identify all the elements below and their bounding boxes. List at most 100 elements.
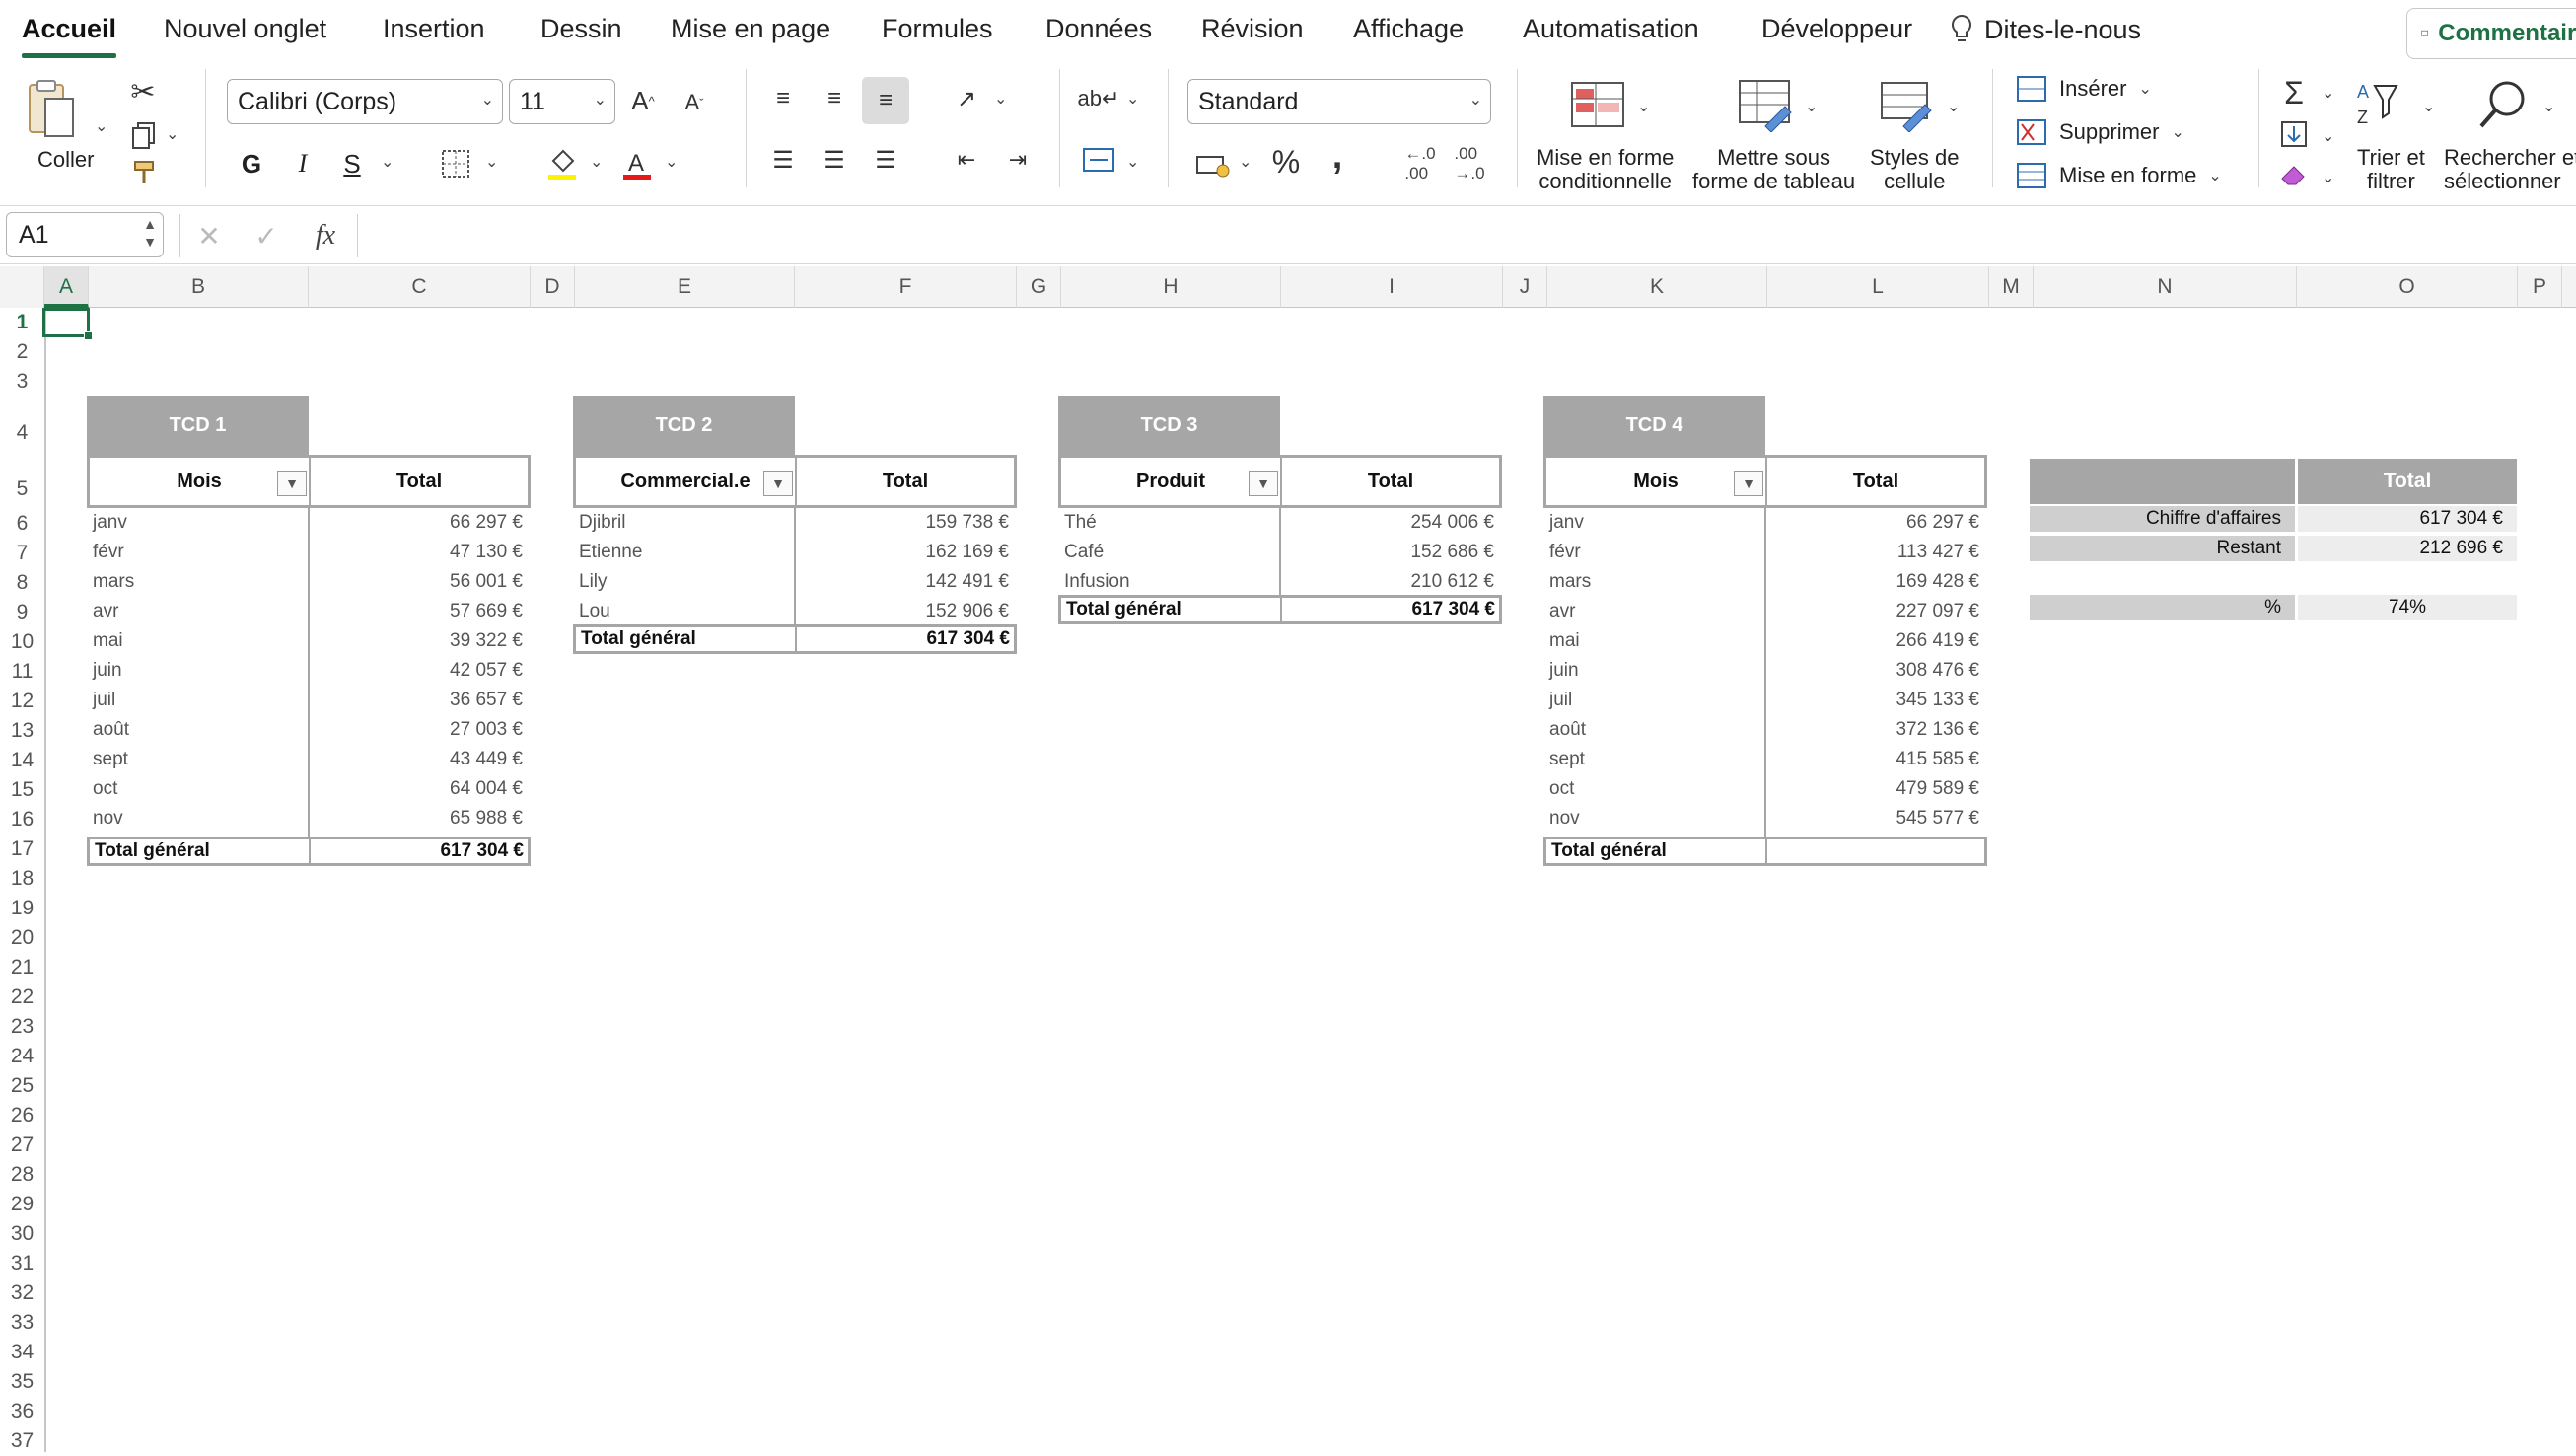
- column-header-m[interactable]: M: [1989, 266, 2034, 308]
- orientation-icon[interactable]: ↗: [947, 79, 986, 118]
- accounting-caret-icon[interactable]: ⌄: [1239, 152, 1252, 172]
- row-header-30[interactable]: 30: [0, 1219, 44, 1249]
- row-header-3[interactable]: 3: [0, 367, 44, 397]
- conditional-formatting-icon[interactable]: [1566, 77, 1629, 132]
- orientation-caret-icon[interactable]: ⌄: [994, 89, 1007, 109]
- insert-cells-button[interactable]: Insérer ⌄: [2016, 75, 2152, 103]
- column-header-a[interactable]: A: [44, 266, 89, 308]
- row-header-5[interactable]: 5: [0, 456, 44, 509]
- row-header-16[interactable]: 16: [0, 805, 44, 835]
- sort-caret-icon[interactable]: ⌄: [2422, 97, 2435, 116]
- autosum-caret-icon[interactable]: ⌄: [2322, 83, 2334, 103]
- paste-button[interactable]: [22, 75, 81, 144]
- clear-icon[interactable]: [2274, 156, 2314, 195]
- column-header-f[interactable]: F: [795, 266, 1017, 308]
- tab-revision[interactable]: Révision: [1201, 14, 1304, 44]
- tab-automatisation[interactable]: Automatisation: [1523, 14, 1699, 44]
- find-caret-icon[interactable]: ⌄: [2542, 97, 2555, 116]
- column-header-h[interactable]: H: [1061, 266, 1281, 308]
- row-header-31[interactable]: 31: [0, 1249, 44, 1278]
- tab-donnees[interactable]: Données: [1045, 14, 1152, 44]
- row-header-18[interactable]: 18: [0, 864, 44, 894]
- column-header-e[interactable]: E: [575, 266, 795, 308]
- borders-caret-icon[interactable]: ⌄: [485, 152, 498, 172]
- row-header-8[interactable]: 8: [0, 568, 44, 598]
- table-caret-icon[interactable]: ⌄: [1805, 97, 1818, 116]
- row-header-21[interactable]: 21: [0, 953, 44, 983]
- find-select-icon[interactable]: [2471, 73, 2535, 136]
- cancel-entry-icon[interactable]: ✕: [189, 216, 229, 255]
- row-header-27[interactable]: 27: [0, 1130, 44, 1160]
- sort-filter-icon[interactable]: AZ: [2353, 75, 2420, 134]
- format-as-table-label[interactable]: Mettre sous forme de tableau: [1692, 146, 1855, 193]
- name-box-stepper-icon[interactable]: ▲ ▼: [143, 215, 157, 251]
- fill-caret-icon[interactable]: ⌄: [2322, 126, 2334, 146]
- name-box[interactable]: A1 ▲ ▼: [6, 212, 164, 257]
- format-as-table-icon[interactable]: [1734, 77, 1797, 132]
- column-header-o[interactable]: O: [2297, 266, 2518, 308]
- row-header-35[interactable]: 35: [0, 1367, 44, 1397]
- wrap-caret-icon[interactable]: ⌄: [1126, 89, 1139, 109]
- filter-dropdown-icon[interactable]: ▼: [763, 471, 793, 496]
- styles-caret-icon[interactable]: ⌄: [1947, 97, 1960, 116]
- clear-caret-icon[interactable]: ⌄: [2322, 168, 2334, 187]
- row-header-20[interactable]: 20: [0, 923, 44, 953]
- row-header-24[interactable]: 24: [0, 1042, 44, 1071]
- row-header-2[interactable]: 2: [0, 337, 44, 367]
- format-painter-icon[interactable]: [124, 156, 164, 189]
- column-header-g[interactable]: G: [1017, 266, 1061, 308]
- increase-decimal-icon[interactable]: ←.0.00: [1400, 144, 1440, 183]
- percent-style-button[interactable]: %: [1266, 142, 1306, 182]
- font-name-select[interactable]: Calibri (Corps) ⌄: [227, 79, 503, 124]
- row-header-15[interactable]: 15: [0, 775, 44, 805]
- row-header-36[interactable]: 36: [0, 1397, 44, 1426]
- cell-styles-label[interactable]: Styles de cellule: [1870, 146, 1960, 193]
- row-header-37[interactable]: 37: [0, 1426, 44, 1456]
- tab-developpeur[interactable]: Développeur: [1761, 14, 1912, 44]
- row-header-12[interactable]: 12: [0, 687, 44, 716]
- mfc-caret-icon[interactable]: ⌄: [1637, 97, 1650, 116]
- row-header-1[interactable]: 1: [0, 308, 44, 337]
- decrease-indent-icon[interactable]: ⇤: [947, 140, 986, 180]
- number-format-select[interactable]: Standard ⌄: [1187, 79, 1491, 124]
- decrease-font-icon[interactable]: Aˇ: [675, 83, 714, 122]
- insert-function-icon[interactable]: fx: [304, 216, 347, 255]
- merge-caret-icon[interactable]: ⌄: [1126, 152, 1139, 172]
- column-header-n[interactable]: N: [2034, 266, 2297, 308]
- tab-dessin[interactable]: Dessin: [540, 14, 622, 44]
- align-bottom-icon[interactable]: ≡: [862, 77, 909, 124]
- row-header-25[interactable]: 25: [0, 1071, 44, 1101]
- bold-button[interactable]: G: [235, 144, 268, 183]
- row-header-32[interactable]: 32: [0, 1278, 44, 1308]
- filter-dropdown-icon[interactable]: ▼: [1734, 471, 1763, 496]
- comments-button[interactable]: Commentaires: [2406, 8, 2576, 59]
- row-header-14[interactable]: 14: [0, 746, 44, 775]
- underline-button[interactable]: S: [335, 144, 369, 183]
- row-header-28[interactable]: 28: [0, 1160, 44, 1190]
- comma-style-button[interactable]: ,: [1320, 135, 1355, 177]
- italic-button[interactable]: I: [286, 144, 320, 183]
- formula-input[interactable]: [365, 214, 2564, 257]
- row-header-34[interactable]: 34: [0, 1338, 44, 1367]
- wrap-text-icon[interactable]: ab↵: [1078, 79, 1120, 118]
- increase-indent-icon[interactable]: ⇥: [998, 140, 1038, 180]
- row-header-6[interactable]: 6: [0, 509, 44, 539]
- row-header-7[interactable]: 7: [0, 539, 44, 568]
- row-header-17[interactable]: 17: [0, 835, 44, 864]
- font-color-icon[interactable]: A: [617, 144, 657, 183]
- row-header-9[interactable]: 9: [0, 598, 44, 627]
- tab-nouvel-onglet[interactable]: Nouvel onglet: [164, 14, 326, 44]
- accounting-format-icon[interactable]: [1191, 144, 1235, 183]
- align-middle-icon[interactable]: ≡: [815, 79, 854, 118]
- row-header-11[interactable]: 11: [0, 657, 44, 687]
- row-header-23[interactable]: 23: [0, 1012, 44, 1042]
- conditional-formatting-label[interactable]: Mise en forme conditionnelle: [1537, 146, 1674, 193]
- row-header-33[interactable]: 33: [0, 1308, 44, 1338]
- selected-cell-a1[interactable]: [42, 308, 93, 340]
- autosum-icon[interactable]: Σ: [2274, 73, 2314, 112]
- merge-cells-icon[interactable]: [1079, 140, 1118, 180]
- tab-insertion[interactable]: Insertion: [383, 14, 485, 44]
- column-header-j[interactable]: J: [1503, 266, 1547, 308]
- tab-affichage[interactable]: Affichage: [1353, 14, 1464, 44]
- sort-filter-label[interactable]: Trier et filtrer: [2357, 146, 2425, 193]
